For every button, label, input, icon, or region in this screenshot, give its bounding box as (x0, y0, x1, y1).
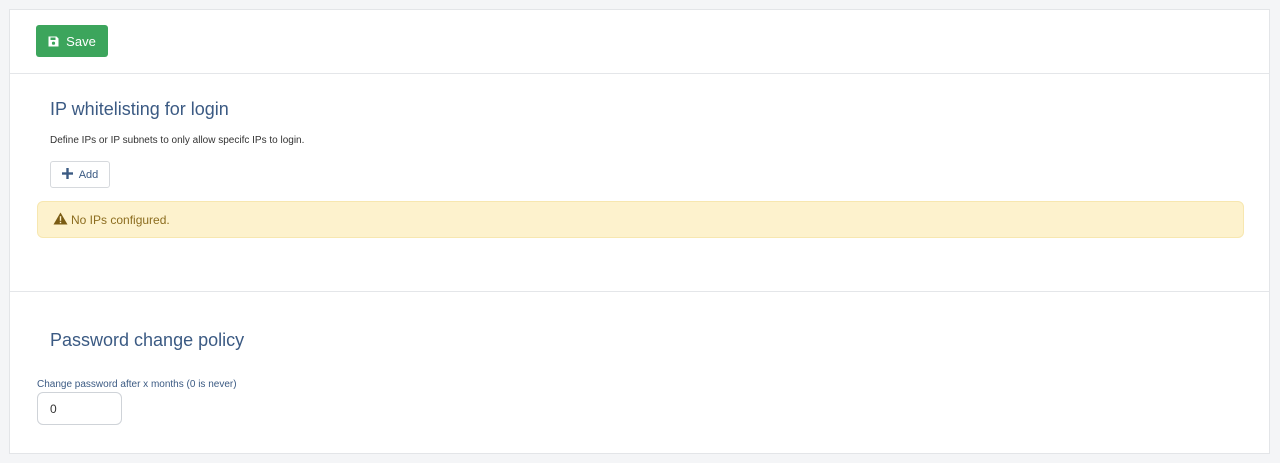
ip-whitelist-title: IP whitelisting for login (50, 99, 229, 119)
no-ips-alert: No IPs configured. (37, 201, 1244, 238)
save-button-label: Save (66, 33, 96, 49)
add-ip-button-label: Add (78, 168, 99, 181)
password-months-input[interactable] (37, 392, 122, 425)
floppy-disk-icon (48, 36, 59, 47)
ip-whitelist-description: Define IPs or IP subnets to only allow s… (50, 135, 305, 146)
no-ips-alert-text: No IPs configured. (71, 212, 170, 227)
password-months-label: Change password after x months (0 is nev… (37, 379, 237, 390)
plus-icon (61, 167, 73, 182)
add-ip-button[interactable]: Add (50, 161, 110, 188)
save-button[interactable]: Save (36, 25, 108, 57)
ip-whitelist-section: IP whitelisting for login Define IPs or … (10, 73, 1269, 292)
toolbar: Save (10, 10, 1269, 74)
warning-icon (53, 212, 68, 228)
password-policy-section: Password change policy Change password a… (10, 292, 1269, 453)
settings-panel: Save IP whitelisting for login Define IP… (9, 9, 1270, 454)
password-policy-title: Password change policy (50, 330, 245, 350)
